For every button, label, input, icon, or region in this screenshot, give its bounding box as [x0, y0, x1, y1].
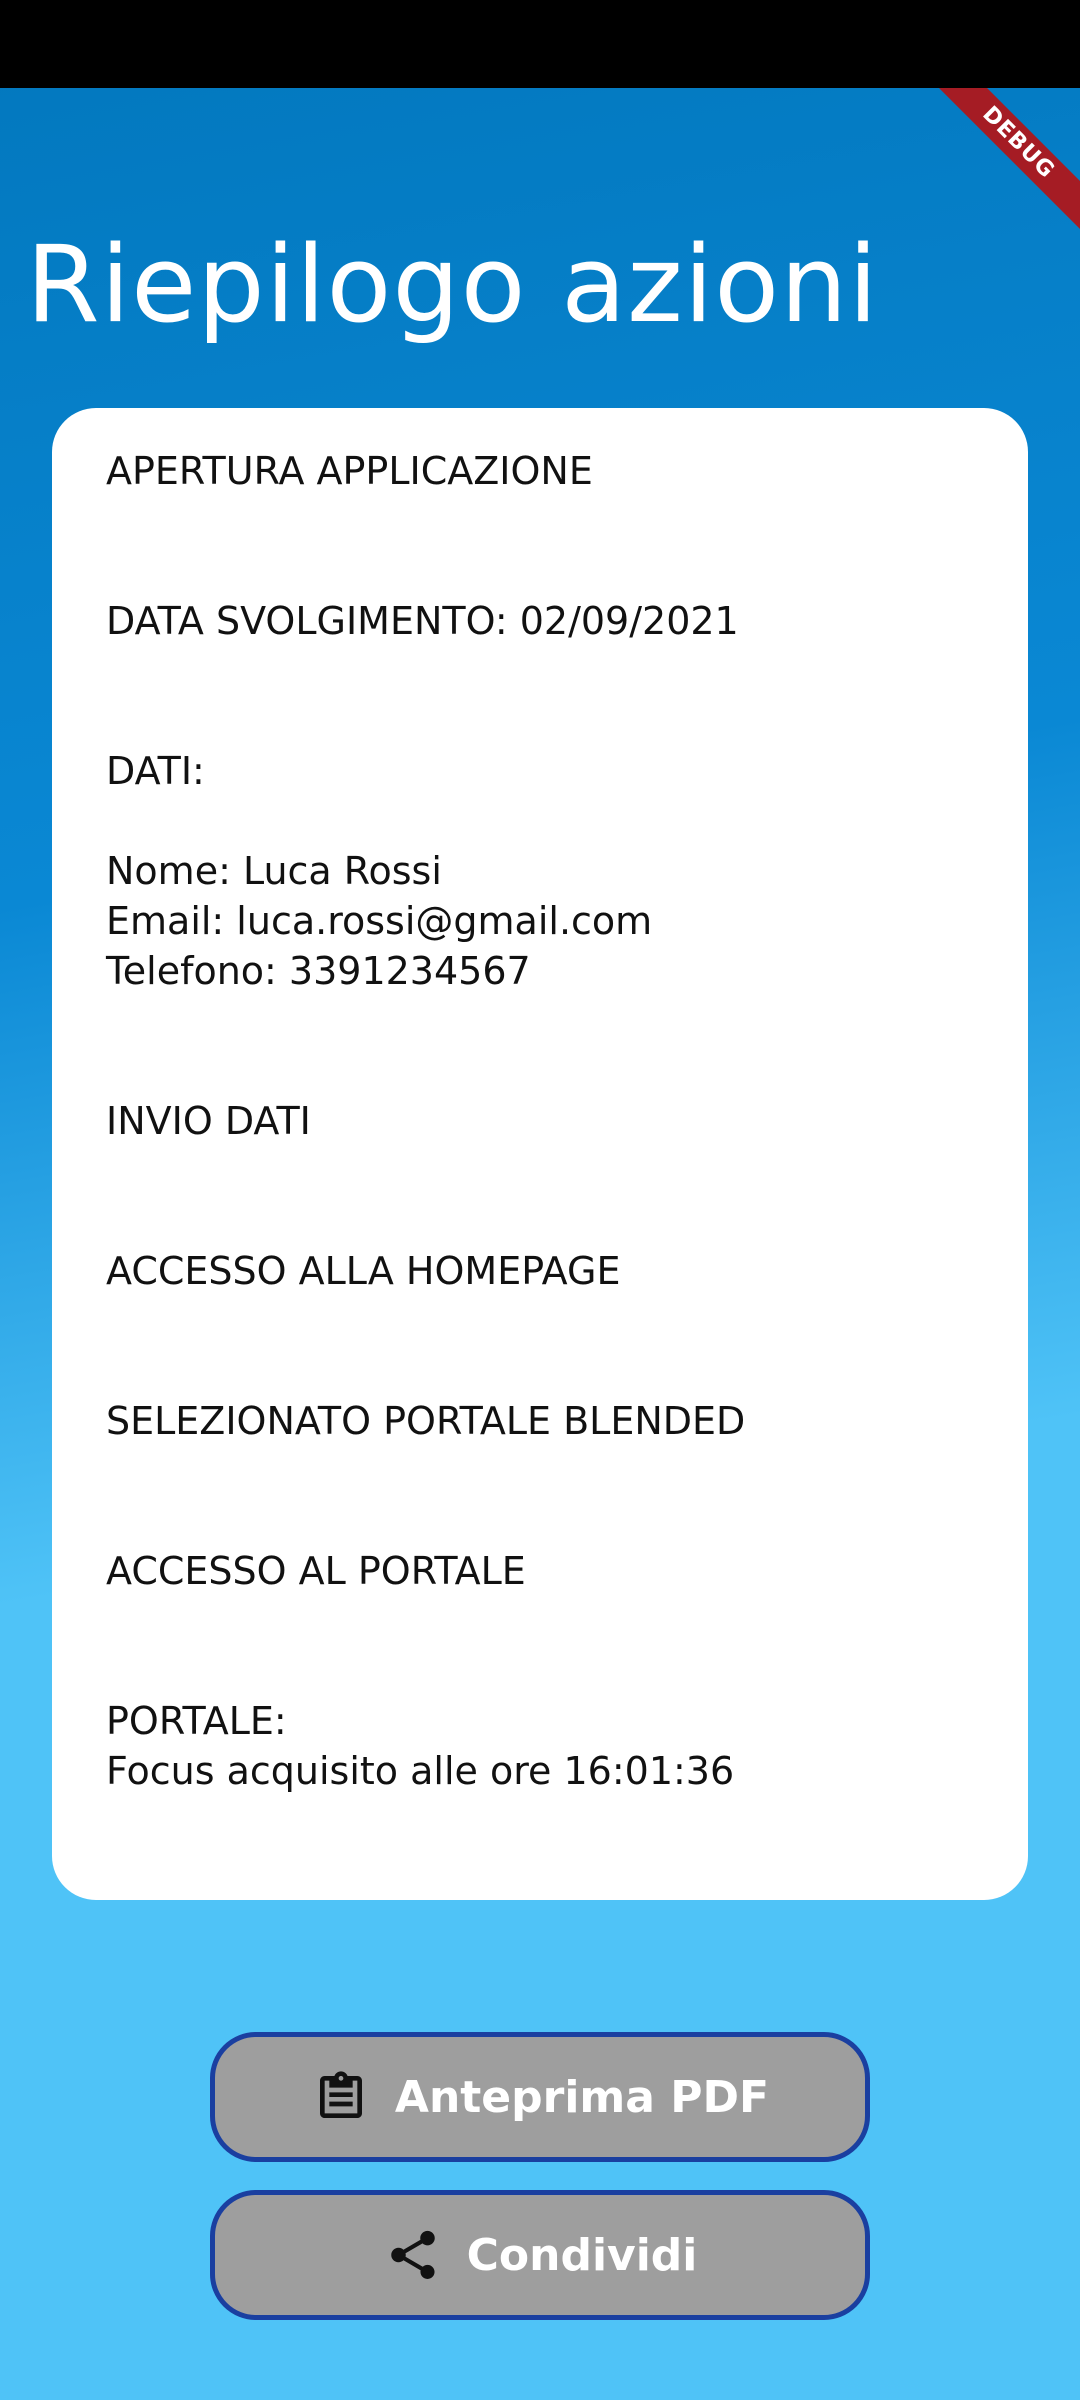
pdf-preview-button[interactable]: Anteprima PDF [210, 2032, 870, 2162]
entry-homepage-access: ACCESSO ALLA HOMEPAGE [106, 1249, 621, 1293]
entry-date: DATA SVOLGIMENTO: 02/09/2021 [106, 599, 739, 643]
page-title: Riepilogo azioni [26, 223, 879, 346]
entry-app-opening: APERTURA APPLICAZIONE [106, 449, 593, 493]
entry-data-sent: INVIO DATI [106, 1099, 311, 1143]
entry-data-header: DATI: [106, 749, 205, 793]
debug-ribbon-label: DEBUG [930, 88, 1080, 238]
summary-card: APERTURA APPLICAZIONE DATA SVOLGIMENTO: … [52, 408, 1028, 1900]
entry-portal-access: ACCESSO AL PORTALE [106, 1549, 526, 1593]
share-button[interactable]: Condividi [210, 2190, 870, 2320]
debug-banner: DEBUG [930, 88, 1080, 238]
pdf-preview-label: Anteprima PDF [394, 2071, 770, 2123]
share-label: Condividi [466, 2229, 698, 2281]
entry-portal-selected: SELEZIONATO PORTALE BLENDED [106, 1399, 746, 1443]
share-icon [383, 2225, 443, 2285]
status-bar [0, 0, 1080, 88]
entry-user-data: Nome: Luca Rossi Email: luca.rossi@gmail… [106, 849, 653, 993]
entry-portal-focus: PORTALE: Focus acquisito alle ore 16:01:… [106, 1699, 735, 1793]
clipboard-icon [311, 2067, 371, 2127]
